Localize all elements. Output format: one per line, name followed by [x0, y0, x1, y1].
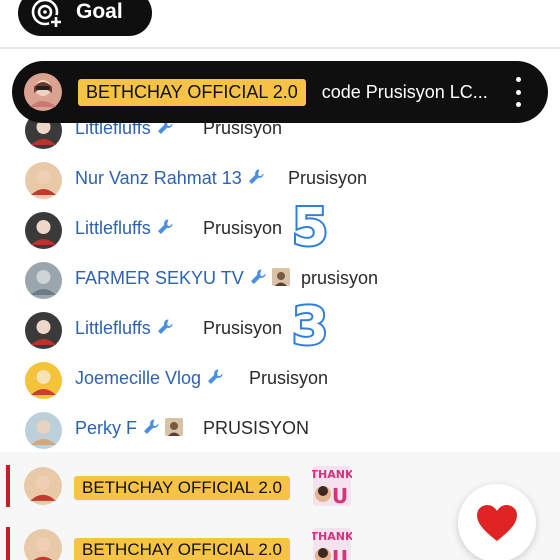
owner-badge-name[interactable]: BETHCHAY OFFICIAL 2.0	[74, 538, 290, 560]
wrench-icon	[157, 219, 173, 234]
message-text: Prusisyon	[288, 168, 368, 188]
divider	[0, 47, 560, 49]
wrench-icon	[208, 369, 223, 384]
chat-message[interactable]: Perky F PRUSISYON	[0, 406, 560, 450]
avatar	[25, 162, 62, 199]
message-text: PRUSISYON	[203, 418, 310, 438]
heart-icon	[477, 505, 517, 541]
message-text: Prusisyon	[203, 218, 283, 238]
wrench-icon	[250, 269, 266, 284]
member-badge-icon	[271, 268, 290, 286]
message-text: Prusisyon	[249, 368, 329, 388]
pinned-message[interactable]: BETHCHAY OFFICIAL 2.0 code Prusisyon LC.…	[12, 61, 548, 123]
author-name[interactable]: Nur Vanz Rahmat 13	[75, 168, 265, 189]
owner-badge-name[interactable]: BETHCHAY OFFICIAL 2.0	[74, 476, 290, 500]
owner-badge-name[interactable]: BETHCHAY OFFICIAL 2.0	[78, 78, 306, 106]
avatar	[24, 529, 62, 560]
thank-u-sticker-icon: THANK U	[312, 466, 352, 507]
goal-button[interactable]: Goal	[18, 0, 152, 36]
author-name[interactable]: Perky F	[75, 418, 184, 439]
highlight-bar	[6, 527, 10, 560]
message-text: Prusisyon	[203, 318, 283, 338]
chat-message[interactable]: Nur Vanz Rahmat 13 Prusisyon	[0, 156, 560, 200]
member-badge-icon	[165, 418, 184, 436]
avatar	[24, 467, 62, 505]
wrench-icon	[144, 419, 159, 434]
wrench-icon	[248, 169, 264, 184]
chat-message[interactable]: Littlefluffs Prusisyon	[0, 206, 560, 250]
svg-text:THANK: THANK	[312, 468, 352, 481]
avatar	[25, 262, 62, 299]
svg-text:U: U	[332, 546, 348, 560]
thank-u-sticker-icon: THANK U	[312, 528, 352, 560]
avatar	[25, 412, 62, 449]
more-vertical-icon[interactable]	[510, 77, 526, 107]
author-name[interactable]: FARMER SEKYU TV	[75, 268, 290, 289]
live-chat-panel: Goal BETHCHAY OFFICIAL 2.0 code Prusisyo…	[0, 0, 560, 560]
svg-text:THANK: THANK	[312, 530, 352, 543]
author-name[interactable]: Joemecille Vlog	[75, 368, 224, 389]
chat-message[interactable]: Joemecille Vlog Prusisyon	[0, 356, 560, 400]
author-name[interactable]: Littlefluffs	[75, 218, 174, 239]
author-name[interactable]: Littlefluffs	[75, 318, 174, 339]
avatar	[25, 212, 62, 249]
chat-message[interactable]: Littlefluffs Prusisyon	[0, 306, 560, 350]
svg-text:U: U	[332, 484, 348, 507]
overlay-digit: 5	[290, 196, 330, 260]
chat-message[interactable]: FARMER SEKYU TV prusisyon	[0, 256, 560, 300]
avatar	[24, 73, 62, 111]
highlight-bar	[6, 465, 10, 507]
goal-target-icon	[31, 0, 63, 29]
avatar	[25, 362, 62, 399]
reaction-button[interactable]	[458, 484, 536, 560]
goal-label: Goal	[76, 0, 123, 23]
pinned-message-text: code Prusisyon LC...	[321, 81, 488, 102]
wrench-icon	[157, 319, 173, 334]
avatar	[25, 312, 62, 349]
overlay-digit: 3	[290, 295, 330, 359]
message-text: prusisyon	[301, 268, 379, 288]
